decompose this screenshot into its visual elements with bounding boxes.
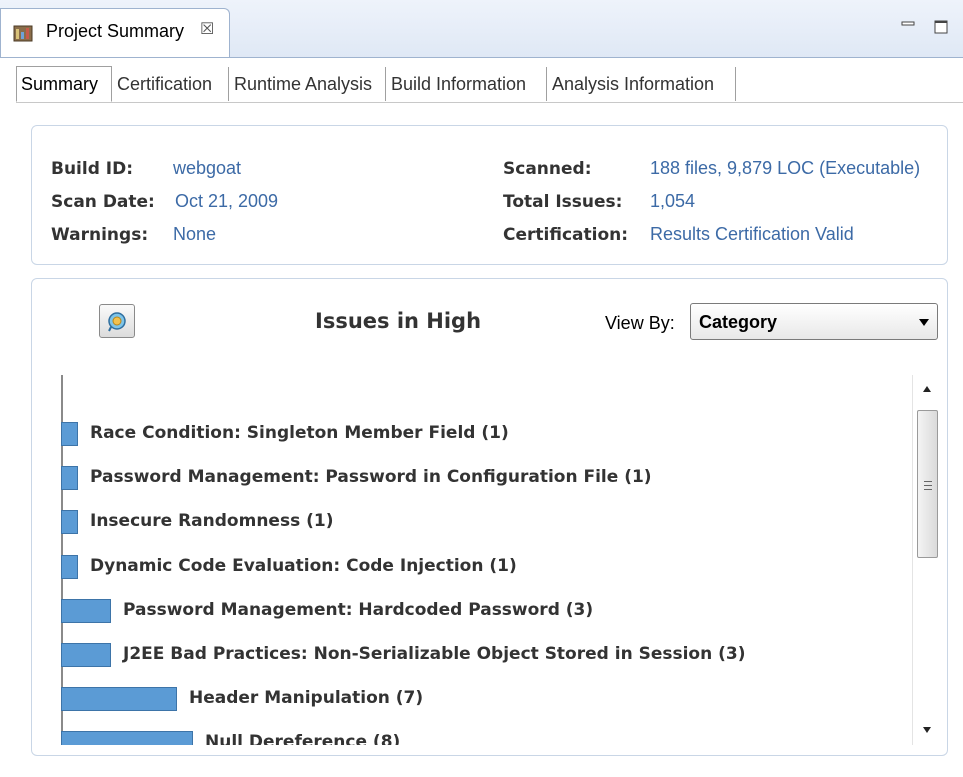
chart-scrollbar[interactable] — [912, 375, 942, 745]
scan-info-box: Build ID: webgoat Scan Date: Oct 21, 200… — [31, 125, 948, 265]
build-id-value: webgoat — [173, 158, 242, 178]
view-tab-project-summary[interactable]: Project Summary ☒ — [0, 8, 230, 58]
certification-label: Certification: — [503, 225, 629, 245]
view-by-label: View By: — [605, 313, 675, 333]
scroll-up-arrow-icon[interactable] — [923, 386, 931, 392]
tab-analysis-information[interactable]: Analysis Information — [548, 67, 736, 101]
chart-bar-row[interactable]: Race Condition: Singleton Member Field (… — [52, 419, 912, 449]
chart-bar[interactable] — [61, 731, 193, 745]
scroll-thumb[interactable] — [917, 410, 938, 558]
chart-bar-label: Password Management: Hardcoded Password … — [123, 599, 594, 620]
chart-bar-row[interactable]: Password Management: Hardcoded Password … — [52, 596, 912, 626]
scanned-label: Scanned: — [503, 159, 592, 179]
chart-bar[interactable] — [61, 422, 78, 446]
tab-summary[interactable]: Summary — [16, 66, 112, 102]
chart-bar[interactable] — [61, 554, 78, 579]
view-by-select[interactable]: Category — [690, 303, 938, 340]
chart-bar[interactable] — [61, 510, 78, 535]
scroll-down-arrow-icon[interactable] — [923, 727, 931, 733]
tab-certification[interactable]: Certification — [113, 67, 229, 101]
chart-bar[interactable] — [61, 466, 78, 491]
build-id-label: Build ID: — [51, 159, 134, 179]
scanned-value: 188 files, 9,879 LOC (Executable) — [650, 158, 921, 178]
chart-bar-label: Insecure Randomness (1) — [90, 511, 334, 532]
scan-date-label: Scan Date: — [51, 192, 155, 212]
grip-icon — [924, 481, 932, 490]
certification-value: Results Certification Valid — [650, 224, 854, 244]
chart-bar-label: Null Dereference (8) — [205, 732, 401, 745]
maximize-icon[interactable] — [934, 20, 948, 34]
close-icon[interactable]: ☒ — [200, 19, 214, 39]
total-issues-label: Total Issues: — [503, 192, 623, 212]
project-summary-panel: Summary Certification Runtime Analysis B… — [0, 57, 963, 777]
refresh-chart-icon — [108, 312, 126, 332]
chart-bar-row[interactable]: Dynamic Code Evaluation: Code Injection … — [52, 552, 912, 582]
chart-bar-row[interactable]: Header Manipulation (7) — [52, 684, 912, 714]
chart-bar[interactable] — [61, 643, 111, 667]
chart-bar-label: J2EE Bad Practices: Non-Serializable Obj… — [123, 644, 746, 664]
total-issues-value: 1,054 — [650, 191, 696, 211]
chart-title: Issues in High — [315, 309, 482, 333]
minimize-icon[interactable] — [901, 20, 915, 34]
chart-bar[interactable] — [61, 598, 111, 623]
chart-bar-label: Dynamic Code Evaluation: Code Injection … — [90, 555, 517, 576]
view-tab-title: Project Summary — [46, 21, 185, 41]
issues-chart-box: Issues in High View By: Category Race Co… — [31, 278, 948, 756]
chart-bar-row[interactable]: J2EE Bad Practices: Non-Serializable Obj… — [52, 640, 912, 670]
refresh-button[interactable] — [99, 304, 135, 338]
chart-bar-row[interactable]: Insecure Randomness (1) — [52, 507, 912, 537]
view-tab-strip: Project Summary ☒ — [0, 0, 963, 58]
warnings-value: None — [173, 224, 217, 244]
tab-build-information[interactable]: Build Information — [387, 67, 547, 101]
sub-tab-bar: Summary Certification Runtime Analysis B… — [16, 66, 963, 103]
scan-date-value: Oct 21, 2009 — [175, 191, 279, 211]
tab-runtime-analysis[interactable]: Runtime Analysis — [230, 67, 386, 101]
chevron-down-icon — [919, 319, 929, 326]
project-summary-icon — [13, 25, 33, 42]
chart-bar-row[interactable]: Null Dereference (8) — [52, 728, 912, 745]
chart-bar-label: Header Manipulation (7) — [189, 688, 424, 709]
bar-chart: Race Condition: Singleton Member Field (… — [52, 375, 912, 745]
view-by-selected: Category — [699, 312, 778, 332]
warnings-label: Warnings: — [51, 225, 149, 245]
chart-bar[interactable] — [61, 687, 177, 712]
chart-bar-row[interactable]: Password Management: Password in Configu… — [52, 463, 912, 493]
chart-bar-label: Race Condition: Singleton Member Field (… — [90, 423, 509, 443]
chart-bar-label: Password Management: Password in Configu… — [90, 467, 652, 488]
